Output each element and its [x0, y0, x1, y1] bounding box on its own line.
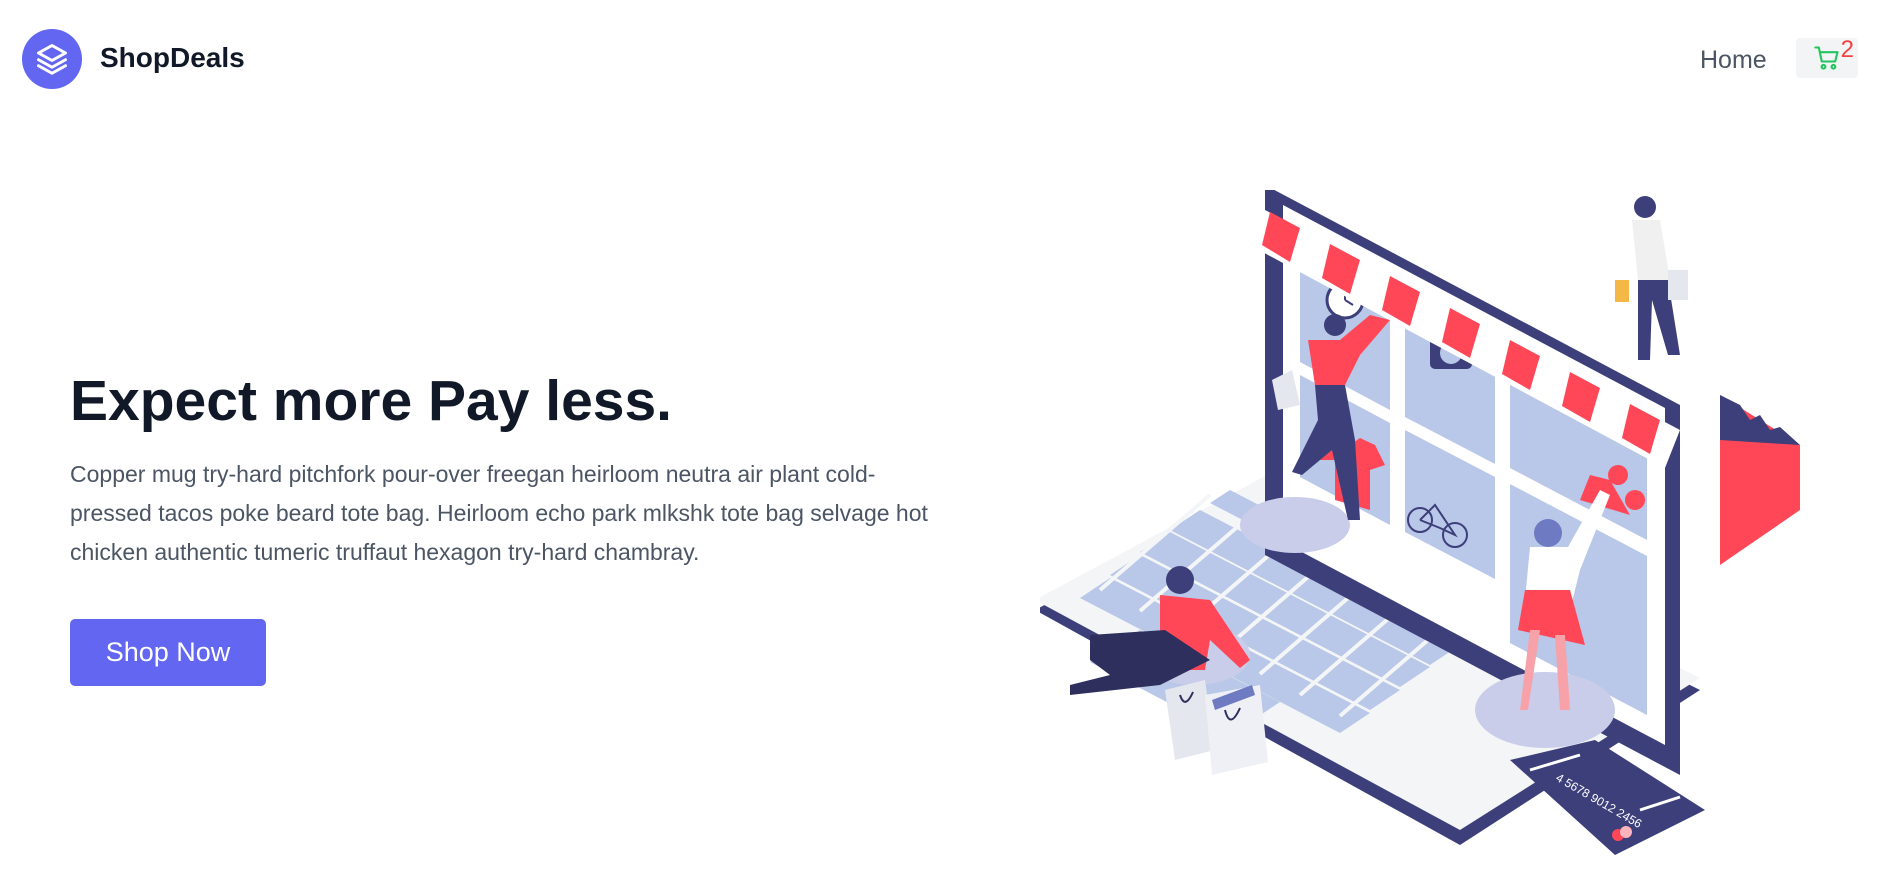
logo-icon[interactable]: [22, 29, 82, 89]
hero-title: Expect more Pay less.: [70, 369, 673, 433]
cart-count-badge: 2: [1840, 36, 1854, 63]
cart-button[interactable]: 2: [1796, 36, 1858, 78]
shop-building: [1720, 395, 1800, 565]
brand-name[interactable]: ShopDeals: [100, 42, 245, 74]
shop-now-button[interactable]: Shop Now: [70, 619, 266, 686]
hero-description: Copper mug try-hard pitchfork pour-over …: [70, 461, 928, 565]
nav-home-link[interactable]: Home: [1700, 46, 1767, 75]
shopping-bags: [1165, 680, 1268, 775]
shopping-cart-icon: [1814, 46, 1839, 70]
person-walking: [1615, 196, 1688, 360]
hero-illustration: 4 5678 9012 2456: [1040, 190, 1800, 855]
site-header: ShopDeals Home 2: [0, 0, 1879, 120]
